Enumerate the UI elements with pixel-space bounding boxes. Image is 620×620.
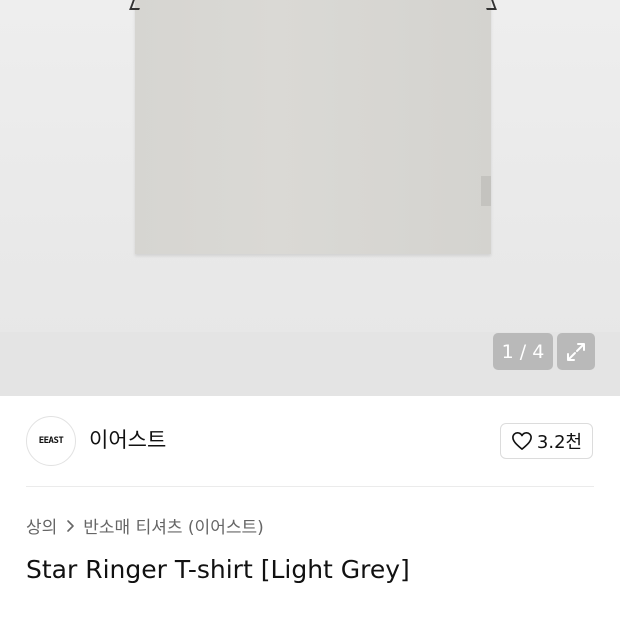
brand-logo-text: EEAST [38, 436, 64, 446]
sleeve-right [483, 0, 497, 10]
like-count: 3.2천 [536, 432, 583, 453]
chevron-right-icon [67, 519, 75, 532]
shirt-tag [481, 176, 491, 206]
expand-icon [567, 342, 585, 361]
heart-icon [511, 432, 532, 450]
divider [26, 486, 594, 487]
sleeve-left [129, 0, 143, 10]
product-title: Star Ringer T-shirt [Light Grey] [26, 555, 410, 584]
image-counter: 1 / 4 [493, 333, 553, 370]
breadcrumb-category[interactable]: 상의 [26, 513, 57, 538]
breadcrumb-subcategory[interactable]: 반소매 티셔츠 (이어스트) [83, 513, 263, 538]
expand-button[interactable] [557, 333, 595, 370]
product-image-gallery[interactable]: 1 / 4 [0, 0, 620, 396]
brand-row: EEAST 이어스트 3.2천 [0, 396, 620, 486]
like-button[interactable]: 3.2천 [500, 423, 593, 459]
brand-name[interactable]: 이어스트 [89, 424, 166, 454]
breadcrumb: 상의 반소매 티셔츠 (이어스트) [26, 513, 264, 538]
brand-logo[interactable]: EEAST [26, 416, 76, 466]
product-image [129, 0, 497, 254]
